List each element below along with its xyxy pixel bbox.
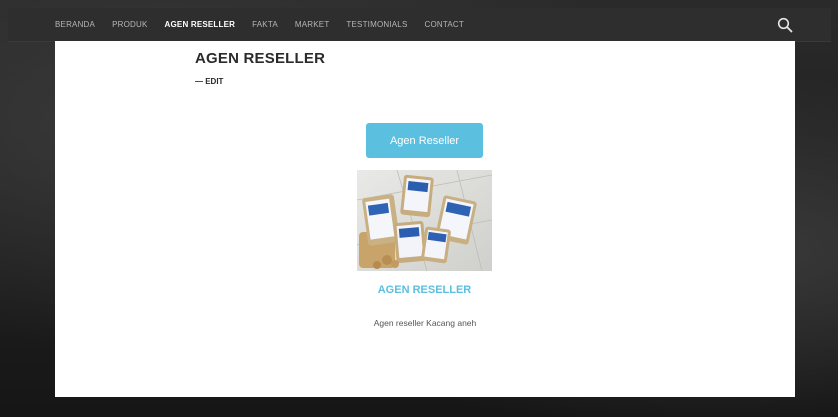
nav-menu: BERANDA PRODUK AGEN RESELLER FAKTA MARKE…	[55, 8, 481, 41]
nav-item-fakta[interactable]: FAKTA	[252, 20, 278, 29]
nav-item-beranda[interactable]: BERANDA	[55, 20, 95, 29]
edit-link[interactable]: — EDIT	[195, 77, 223, 86]
nav-item-testimonials[interactable]: TESTIMONIALS	[346, 20, 407, 29]
product-title[interactable]: AGEN RESELLER	[357, 284, 492, 296]
nav-item-market[interactable]: MARKET	[295, 20, 330, 29]
search-icon[interactable]	[777, 17, 793, 33]
nav-item-agen-reseller[interactable]: AGEN RESELLER	[165, 20, 236, 29]
nav-item-produk[interactable]: PRODUK	[112, 20, 147, 29]
main-content: AGEN RESELLER — EDIT Agen Reseller AGEN …	[55, 41, 795, 397]
product-photo[interactable]	[357, 170, 492, 271]
nav-item-contact[interactable]: CONTACT	[425, 20, 464, 29]
agen-reseller-button[interactable]: Agen Reseller	[366, 123, 483, 158]
product-description: Agen reseller Kacang aneh	[373, 318, 477, 328]
top-navbar: BERANDA PRODUK AGEN RESELLER FAKTA MARKE…	[8, 8, 831, 42]
page-title: AGEN RESELLER	[195, 50, 326, 67]
